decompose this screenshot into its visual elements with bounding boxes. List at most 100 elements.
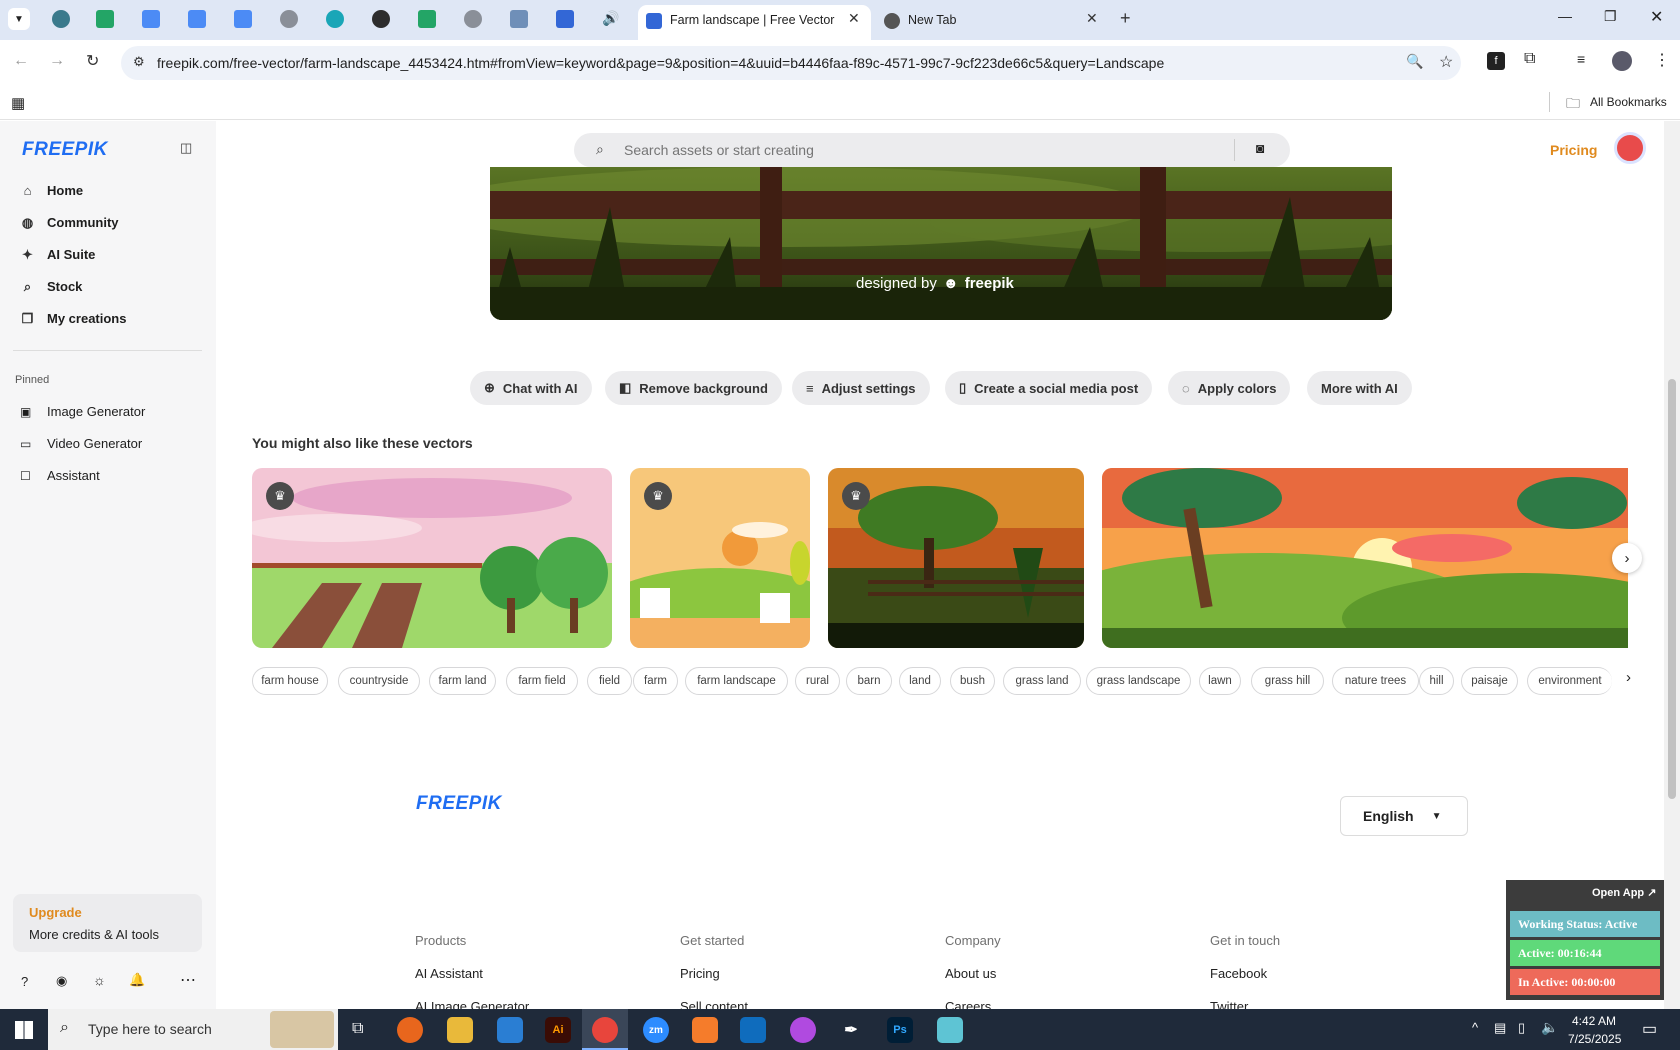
sidebar-item-ai-suite[interactable]: ✦ AI Suite: [20, 247, 95, 263]
tab-favicon-grid-icon[interactable]: [510, 10, 528, 28]
xampp-icon[interactable]: [692, 1017, 718, 1043]
chat-with-ai-button[interactable]: ⊕ Chat with AI: [470, 371, 592, 405]
remove-background-button[interactable]: ◧ Remove background: [605, 371, 782, 405]
footer-link[interactable]: Sell content: [680, 999, 748, 1009]
footer-link[interactable]: Facebook: [1210, 966, 1267, 981]
freepik-logo[interactable]: FREEPIK: [22, 139, 108, 161]
tab-favicon-sheets-icon[interactable]: [96, 10, 114, 28]
tags-next-button[interactable]: ›: [1626, 669, 1631, 686]
tag-chip[interactable]: lawn: [1199, 667, 1241, 695]
footer-link[interactable]: AI Assistant: [415, 966, 483, 981]
related-vector-thumbnail[interactable]: ♛: [252, 468, 612, 648]
footer-link[interactable]: Pricing: [680, 966, 720, 981]
tag-chip[interactable]: grass land: [1003, 667, 1081, 695]
tracker-app-icon[interactable]: [937, 1017, 963, 1043]
back-arrow-icon[interactable]: ←: [13, 52, 29, 70]
windows-start-icon[interactable]: [15, 1021, 33, 1039]
taskbar-search-box[interactable]: ⌕ Type here to search: [48, 1009, 338, 1050]
sidebar-item-my-creations[interactable]: ❐ My creations: [20, 311, 127, 327]
notifications-icon[interactable]: ▭: [1642, 1019, 1657, 1039]
tag-chip[interactable]: nature trees: [1332, 667, 1419, 695]
tag-chip[interactable]: barn: [846, 667, 892, 695]
photoshop-icon[interactable]: Ps: [887, 1017, 913, 1043]
tag-chip[interactable]: environment: [1527, 667, 1612, 695]
tag-chip[interactable]: field: [587, 667, 632, 695]
tag-chip[interactable]: farm field: [506, 667, 578, 695]
tab-favicon-wordpress-icon[interactable]: [52, 10, 70, 28]
bookmark-star-icon[interactable]: ☆: [1439, 52, 1453, 72]
tab-favicon-docs-icon[interactable]: [142, 10, 160, 28]
zoom-icon[interactable]: 🔍: [1406, 53, 1423, 70]
file-explorer-icon[interactable]: [447, 1017, 473, 1043]
tag-chip[interactable]: land: [899, 667, 941, 695]
url-text[interactable]: freepik.com/free-vector/farm-landscape_4…: [157, 55, 1164, 71]
tab-favicon-forms-icon[interactable]: [556, 10, 574, 28]
tag-chip[interactable]: farm landscape: [685, 667, 788, 695]
extension-fontface-icon[interactable]: f: [1487, 52, 1505, 70]
footer-link[interactable]: Careers: [945, 999, 991, 1009]
page-scrollbar[interactable]: [1664, 121, 1680, 1009]
related-vector-thumbnail[interactable]: ♛: [828, 468, 1084, 648]
taskbar-time[interactable]: 4:42 AM: [1572, 1014, 1616, 1028]
tab-audio-icon[interactable]: 🔊: [602, 10, 619, 27]
illustrator-icon[interactable]: Ai: [545, 1017, 571, 1043]
site-settings-icon[interactable]: ⚙: [133, 54, 145, 70]
sidebar-item-stock[interactable]: ⌕ Stock: [20, 279, 83, 295]
address-bar[interactable]: ⚙ freepik.com/free-vector/farm-landscape…: [121, 46, 1461, 80]
vscode-icon[interactable]: [497, 1017, 523, 1043]
tab-favicon-openai-icon[interactable]: [372, 10, 390, 28]
close-tab-icon[interactable]: ✕: [848, 10, 860, 27]
tag-chip[interactable]: farm house: [252, 667, 328, 695]
taskbar-date[interactable]: 7/25/2025: [1568, 1032, 1621, 1046]
upgrade-card[interactable]: Upgrade More credits & AI tools: [13, 894, 202, 952]
tray-chevron-up-icon[interactable]: ^: [1472, 1020, 1478, 1035]
tab-favicon-docs-icon[interactable]: [188, 10, 206, 28]
tag-chip[interactable]: rural: [795, 667, 840, 695]
tab-favicon-globe-icon[interactable]: [280, 10, 298, 28]
sidebar-item-community[interactable]: ◍ Community: [20, 215, 119, 231]
sidebar-item-assistant[interactable]: ☐ Assistant: [20, 468, 100, 483]
apps-grid-icon[interactable]: ▦: [11, 94, 25, 112]
more-with-ai-button[interactable]: More with AI: [1307, 371, 1412, 405]
media-control-icon[interactable]: ≡: [1577, 51, 1585, 67]
creative-cloud-icon[interactable]: [790, 1017, 816, 1043]
extensions-puzzle-icon[interactable]: ⧉: [1524, 50, 1535, 68]
reload-icon[interactable]: ↻: [86, 51, 99, 71]
tag-chip[interactable]: grass hill: [1251, 667, 1324, 695]
camera-search-icon[interactable]: ◙: [1256, 140, 1264, 156]
close-tab-icon[interactable]: ✕: [1086, 10, 1098, 27]
collapse-sidebar-icon[interactable]: ◫: [180, 140, 192, 156]
discord-icon[interactable]: ◉: [56, 973, 67, 989]
tag-chip[interactable]: paisaje: [1461, 667, 1518, 695]
tray-volume-icon[interactable]: 🔈: [1541, 1019, 1558, 1036]
footer-link[interactable]: AI Image Generator: [415, 999, 529, 1009]
carousel-next-button[interactable]: ›: [1612, 543, 1642, 573]
forward-arrow-icon[interactable]: →: [49, 52, 65, 70]
sidebar-item-home[interactable]: ⌂ Home: [20, 183, 84, 198]
theme-sun-icon[interactable]: ☼: [93, 972, 106, 988]
adjust-settings-button[interactable]: ≡ Adjust settings: [792, 371, 930, 405]
user-avatar[interactable]: [1614, 132, 1646, 164]
hero-vector-image[interactable]: designed by ☻ freepik: [490, 167, 1392, 320]
profile-avatar[interactable]: [1612, 51, 1632, 71]
tray-network-icon[interactable]: ▤: [1494, 1020, 1506, 1036]
help-icon[interactable]: ?: [21, 974, 28, 989]
new-tab-button[interactable]: +: [1120, 8, 1131, 29]
footer-link[interactable]: Twitter: [1210, 999, 1248, 1009]
close-window-icon[interactable]: ✕: [1650, 7, 1663, 27]
more-options-icon[interactable]: ⋯: [180, 970, 196, 990]
open-app-button[interactable]: Open App ↗: [1592, 886, 1656, 899]
footer-link[interactable]: About us: [945, 966, 996, 981]
outlook-icon[interactable]: [740, 1017, 766, 1043]
tab-favicon-globe-icon[interactable]: [464, 10, 482, 28]
tab-new[interactable]: New Tab ✕: [884, 5, 1104, 40]
restore-window-icon[interactable]: ❐: [1604, 8, 1617, 25]
apply-colors-button[interactable]: ◌ Apply colors: [1168, 371, 1291, 405]
zoom-icon[interactable]: zm: [643, 1017, 669, 1043]
search-bar[interactable]: ⌕ ◙: [574, 133, 1290, 167]
pen-tool-icon[interactable]: ✒: [838, 1017, 864, 1043]
scrollbar-thumb[interactable]: [1668, 379, 1676, 799]
all-bookmarks-link[interactable]: All Bookmarks: [1590, 95, 1667, 109]
footer-freepik-logo[interactable]: FREEPIK: [416, 793, 502, 815]
tab-favicon-sheets-icon[interactable]: [418, 10, 436, 28]
